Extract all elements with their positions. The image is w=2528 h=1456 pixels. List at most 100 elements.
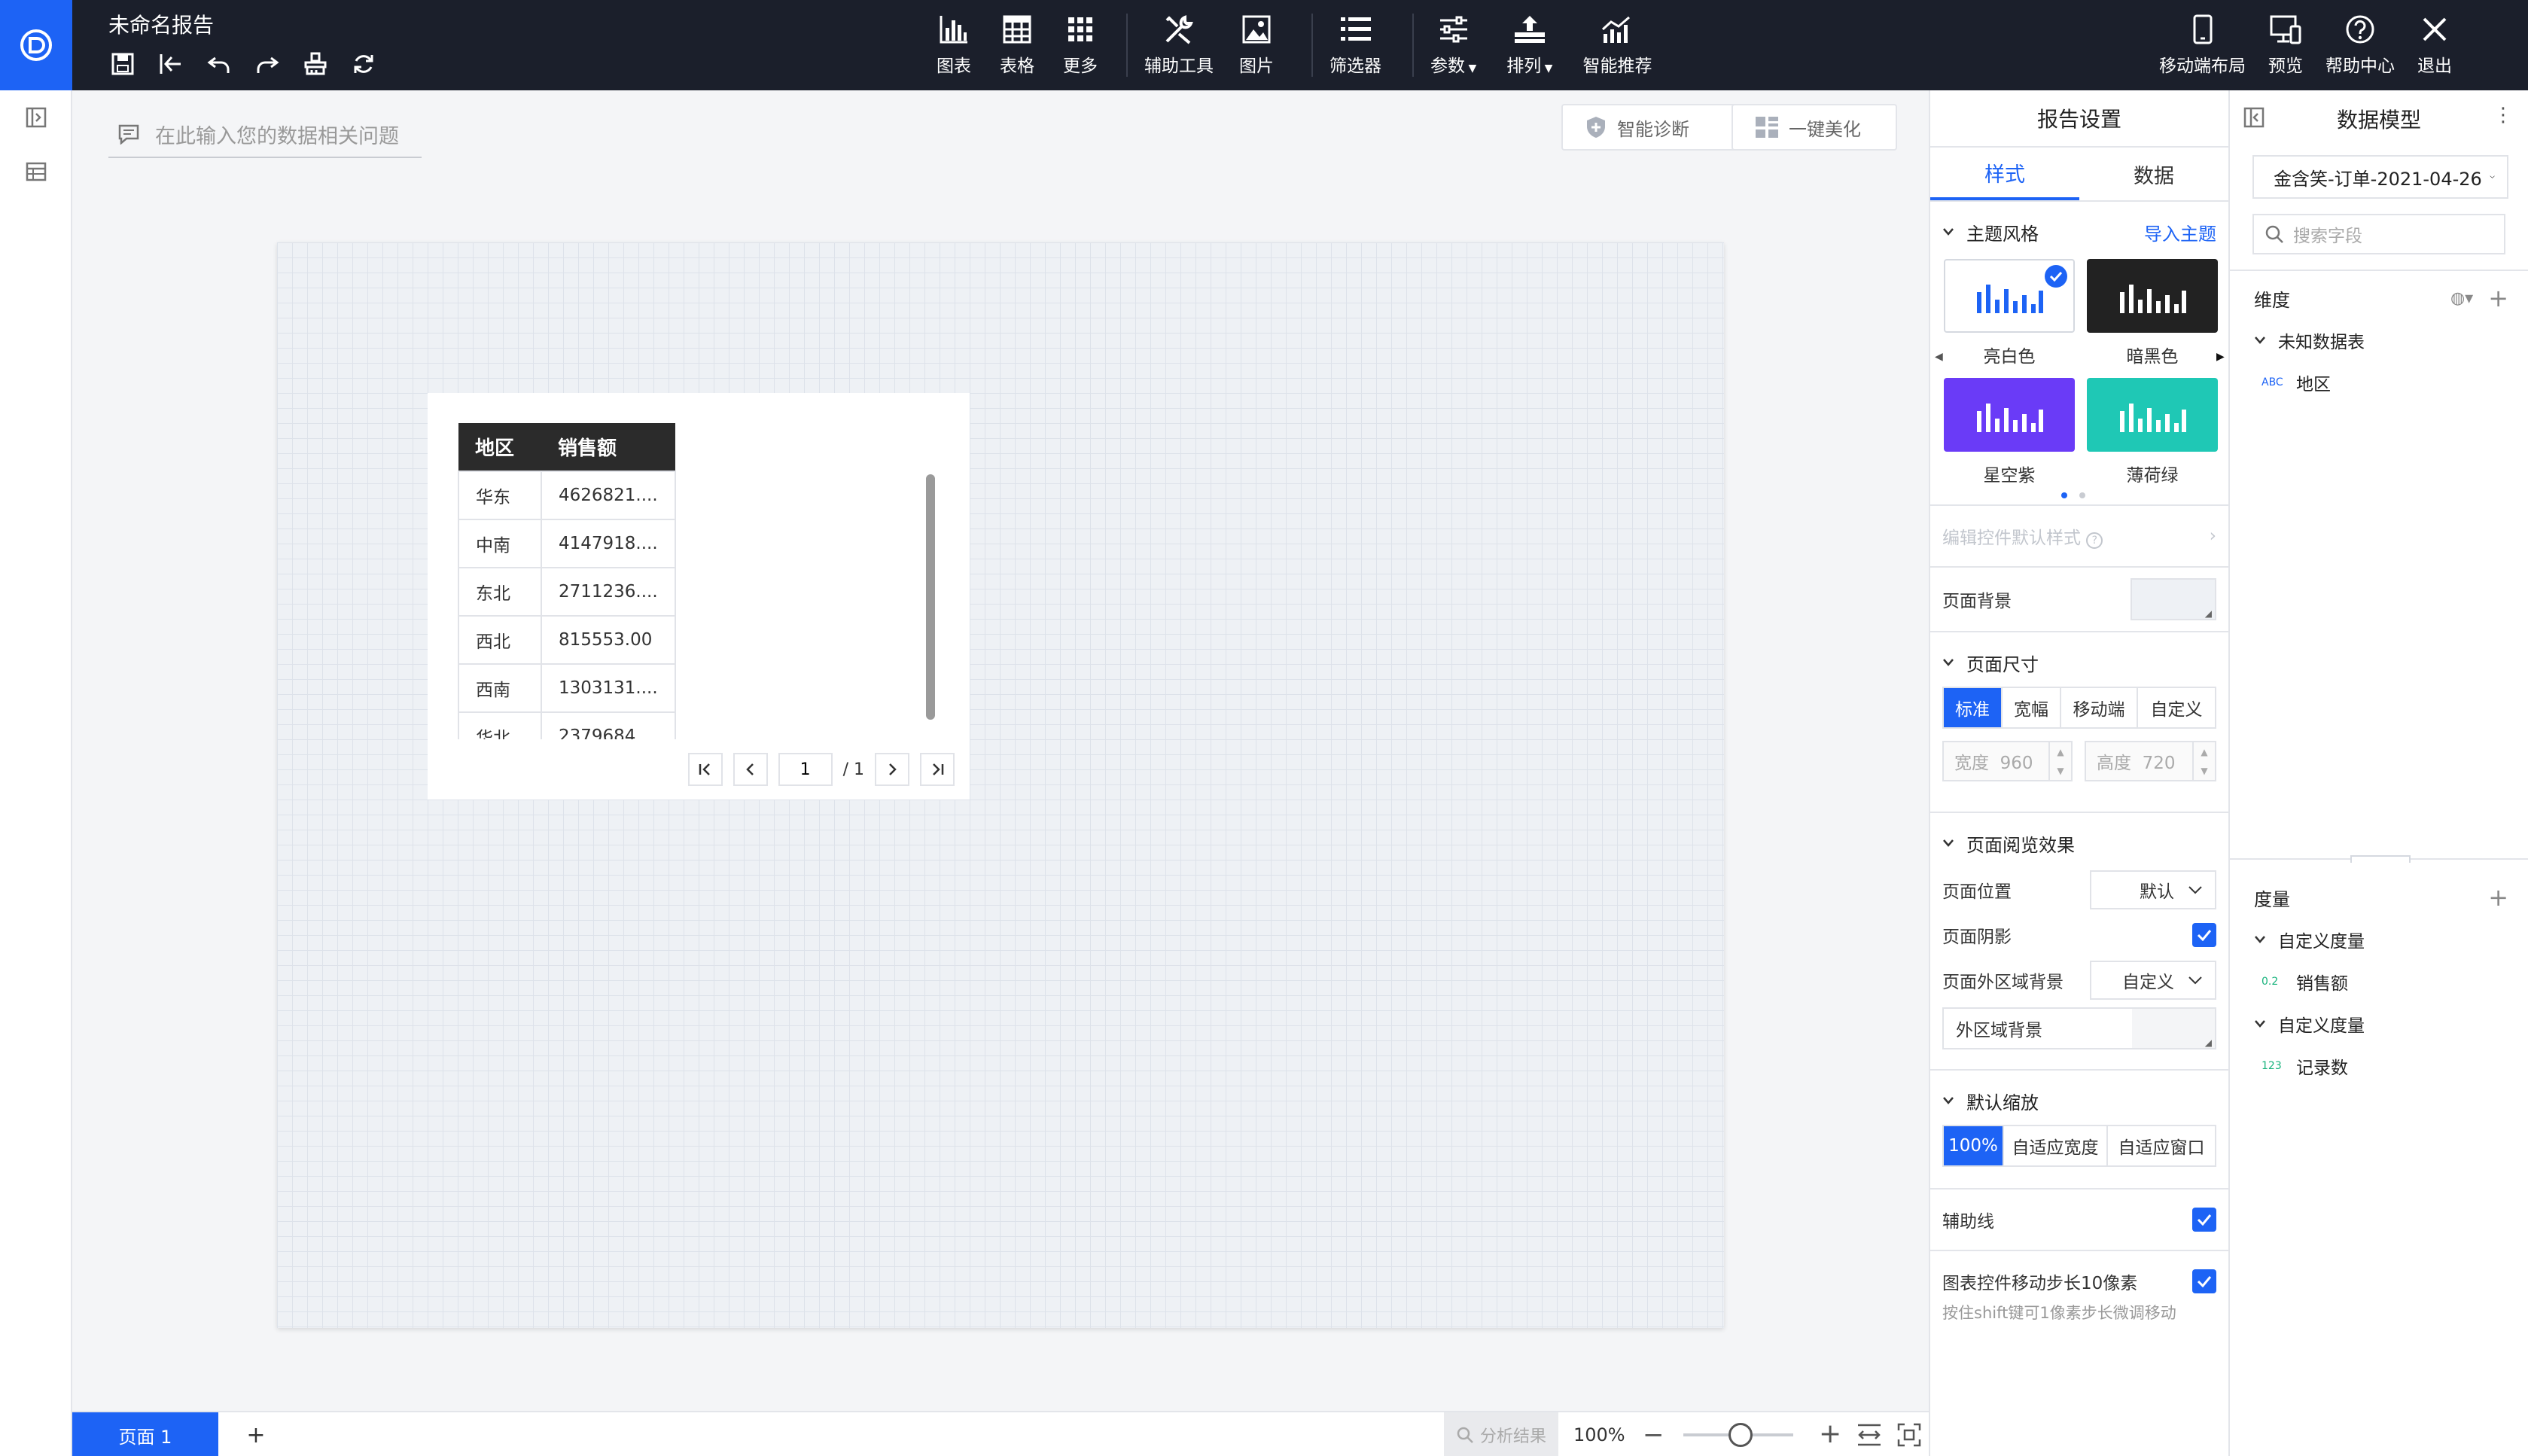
redo-icon[interactable] — [250, 47, 285, 81]
add-dimension-icon[interactable]: + — [2488, 284, 2508, 312]
component-list-button[interactable] — [0, 145, 72, 199]
first-page-button[interactable] — [687, 753, 723, 786]
zoom-out-button[interactable]: − — [1643, 1420, 1665, 1450]
save-icon[interactable] — [105, 47, 140, 81]
table-row[interactable]: 西北 815553.00 — [458, 615, 676, 665]
theme-dark[interactable]: 暗黑色 — [2087, 259, 2218, 367]
table-scrollbar[interactable] — [926, 474, 935, 720]
back-first-icon[interactable] — [154, 47, 188, 81]
table-row[interactable]: 华东 4626821.... — [458, 471, 676, 520]
add-measure-icon[interactable]: + — [2488, 883, 2508, 912]
tool-image[interactable]: 图片 — [1239, 11, 1274, 77]
more-vertical-icon[interactable]: ⋮ — [2493, 105, 2513, 125]
table-row[interactable]: 华北 2379684.... — [458, 711, 676, 739]
size-standard[interactable]: 标准 — [1944, 688, 2003, 727]
outer-background-field[interactable]: 外区域背景 ◢ — [1942, 1007, 2216, 1049]
import-theme-link[interactable]: 导入主题 — [2144, 219, 2216, 245]
table-row[interactable]: 东北 2711236.... — [458, 567, 676, 617]
dimension-field-region[interactable]: ABC 地区 — [2230, 361, 2528, 404]
page-size-section-header[interactable]: 页面尺寸 — [1930, 638, 2228, 687]
page-position-select[interactable]: 默认 — [2090, 870, 2216, 909]
move-step-checkbox[interactable] — [2192, 1269, 2216, 1293]
app-logo[interactable] — [0, 0, 72, 90]
height-stepper[interactable]: ▲ ▼ — [2192, 742, 2215, 780]
measure-group[interactable]: 自定义度量 — [2230, 918, 2528, 961]
theme-prev-icon[interactable]: ◀ — [1935, 351, 1943, 363]
column-header-sales[interactable]: 销售额 — [541, 423, 675, 471]
undo-icon[interactable] — [202, 47, 236, 81]
question-input[interactable]: 在此输入您的数据相关问题 — [108, 111, 422, 158]
help-center-button[interactable]: 帮助中心 — [2325, 11, 2395, 77]
field-search-input[interactable]: 搜索字段 — [2252, 214, 2505, 254]
column-header-region[interactable]: 地区 — [458, 423, 541, 471]
outer-background-select[interactable]: 自定义 — [2090, 961, 2216, 1000]
tool-table[interactable]: 表格 — [1000, 11, 1034, 77]
tool-params[interactable]: 参数 ▼ — [1430, 11, 1476, 77]
width-field[interactable]: 宽度 960 ▲ ▼ — [1942, 741, 2073, 781]
chevron-down-icon — [2255, 1020, 2265, 1028]
measure-field-count[interactable]: 123 记录数 — [2230, 1045, 2528, 1087]
document-title[interactable]: 未命名报告 — [108, 9, 214, 39]
theme-purple[interactable]: 星空紫 — [1944, 378, 2075, 486]
dimension-group[interactable]: 未知数据表 — [2230, 319, 2528, 361]
add-page-button[interactable]: + — [233, 1412, 279, 1456]
guides-checkbox[interactable] — [2192, 1208, 2216, 1232]
table-icon — [1002, 11, 1032, 48]
tool-smart-recommend[interactable]: 智能推荐 — [1582, 11, 1652, 77]
default-zoom-section-header[interactable]: 默认缩放 — [1930, 1077, 2228, 1125]
mobile-layout-button[interactable]: 移动端布局 — [2159, 11, 2246, 77]
refresh-icon[interactable] — [346, 47, 381, 81]
zoom-slider-thumb[interactable] — [1728, 1423, 1753, 1447]
collapse-panel-icon[interactable] — [2243, 107, 2265, 133]
table-row[interactable]: 西南 1303131.... — [458, 663, 676, 713]
zoom-in-button[interactable]: + — [1819, 1418, 1841, 1449]
tool-assist[interactable]: 辅助工具 — [1144, 11, 1214, 77]
next-page-button[interactable] — [875, 753, 909, 786]
tool-arrange[interactable]: 排列 ▼ — [1506, 11, 1552, 77]
browse-effect-section-header[interactable]: 页面阅览效果 — [1930, 819, 2228, 867]
tab-data[interactable]: 数据 — [2079, 148, 2228, 200]
edit-default-style-row[interactable]: 编辑控件默认样式 ? › — [1930, 506, 2228, 566]
fit-window-button[interactable] — [1897, 1423, 1921, 1451]
globe-icon[interactable]: ◍▾ — [2450, 289, 2473, 308]
page-tab-1[interactable]: 页面 1 — [72, 1412, 218, 1456]
table-row[interactable]: 中南 4147918.... — [458, 519, 676, 568]
panel-split-handle[interactable] — [2230, 855, 2528, 867]
tool-more[interactable]: 更多 — [1063, 11, 1098, 77]
theme-light[interactable]: 亮白色 — [1944, 259, 2075, 367]
dataset-select[interactable]: 金含笑-订单-2021-04-26 — [2252, 155, 2508, 199]
default-zoom-options: 100% 自适应宽度 自适应窗口 — [1942, 1125, 2216, 1167]
size-wide[interactable]: 宽幅 — [2003, 688, 2061, 727]
one-click-beautify-button[interactable]: 一键美化 — [1732, 104, 1897, 151]
tool-chart[interactable]: 图表 — [937, 11, 971, 77]
zoom-fit-window[interactable]: 自适应窗口 — [2108, 1126, 2215, 1165]
zoom-100[interactable]: 100% — [1944, 1126, 2004, 1165]
toggle-sidebar-button[interactable] — [0, 90, 72, 145]
measure-field-sales[interactable]: 0.2 销售额 — [2230, 961, 2528, 1003]
integer-field-icon: 123 — [2261, 1060, 2282, 1072]
prev-page-button[interactable] — [733, 753, 768, 786]
table-cell: 华东 — [458, 471, 542, 520]
page-background-color-picker[interactable]: ◢ — [2131, 578, 2216, 620]
exit-button[interactable]: 退出 — [2417, 11, 2452, 77]
preview-button[interactable]: 预览 — [2268, 11, 2303, 77]
size-mobile[interactable]: 移动端 — [2061, 688, 2138, 727]
size-custom[interactable]: 自定义 — [2138, 688, 2215, 727]
analysis-result-button[interactable]: 分析结果 — [1444, 1412, 1558, 1456]
outer-background-color-swatch[interactable]: ◢ — [2132, 1009, 2215, 1048]
table-widget[interactable]: 地区 销售额 华东 4626821.... 中南 4147918.... 东北 271… — [428, 393, 970, 800]
height-field[interactable]: 高度 720 ▲ ▼ — [2085, 741, 2216, 781]
tool-filter[interactable]: 筛选器 — [1329, 11, 1381, 77]
measure-group[interactable]: 自定义度量 — [2230, 1003, 2528, 1045]
theme-section-header[interactable]: 主题风格 导入主题 — [1930, 208, 2228, 256]
width-stepper[interactable]: ▲ ▼ — [2048, 742, 2071, 780]
report-page[interactable]: 地区 销售额 华东 4626821.... 中南 4147918.... 东北 271… — [277, 242, 1724, 1328]
page-number-input[interactable] — [778, 753, 833, 786]
theme-mint[interactable]: 薄荷绿 — [2087, 378, 2218, 486]
zoom-fit-width[interactable]: 自适应宽度 — [2004, 1126, 2108, 1165]
format-painter-icon[interactable] — [298, 47, 333, 81]
last-page-button[interactable] — [920, 753, 955, 786]
fit-width-button[interactable] — [1856, 1423, 1882, 1451]
page-shadow-checkbox[interactable] — [2192, 923, 2216, 947]
tab-style[interactable]: 样式 — [1930, 148, 2079, 200]
